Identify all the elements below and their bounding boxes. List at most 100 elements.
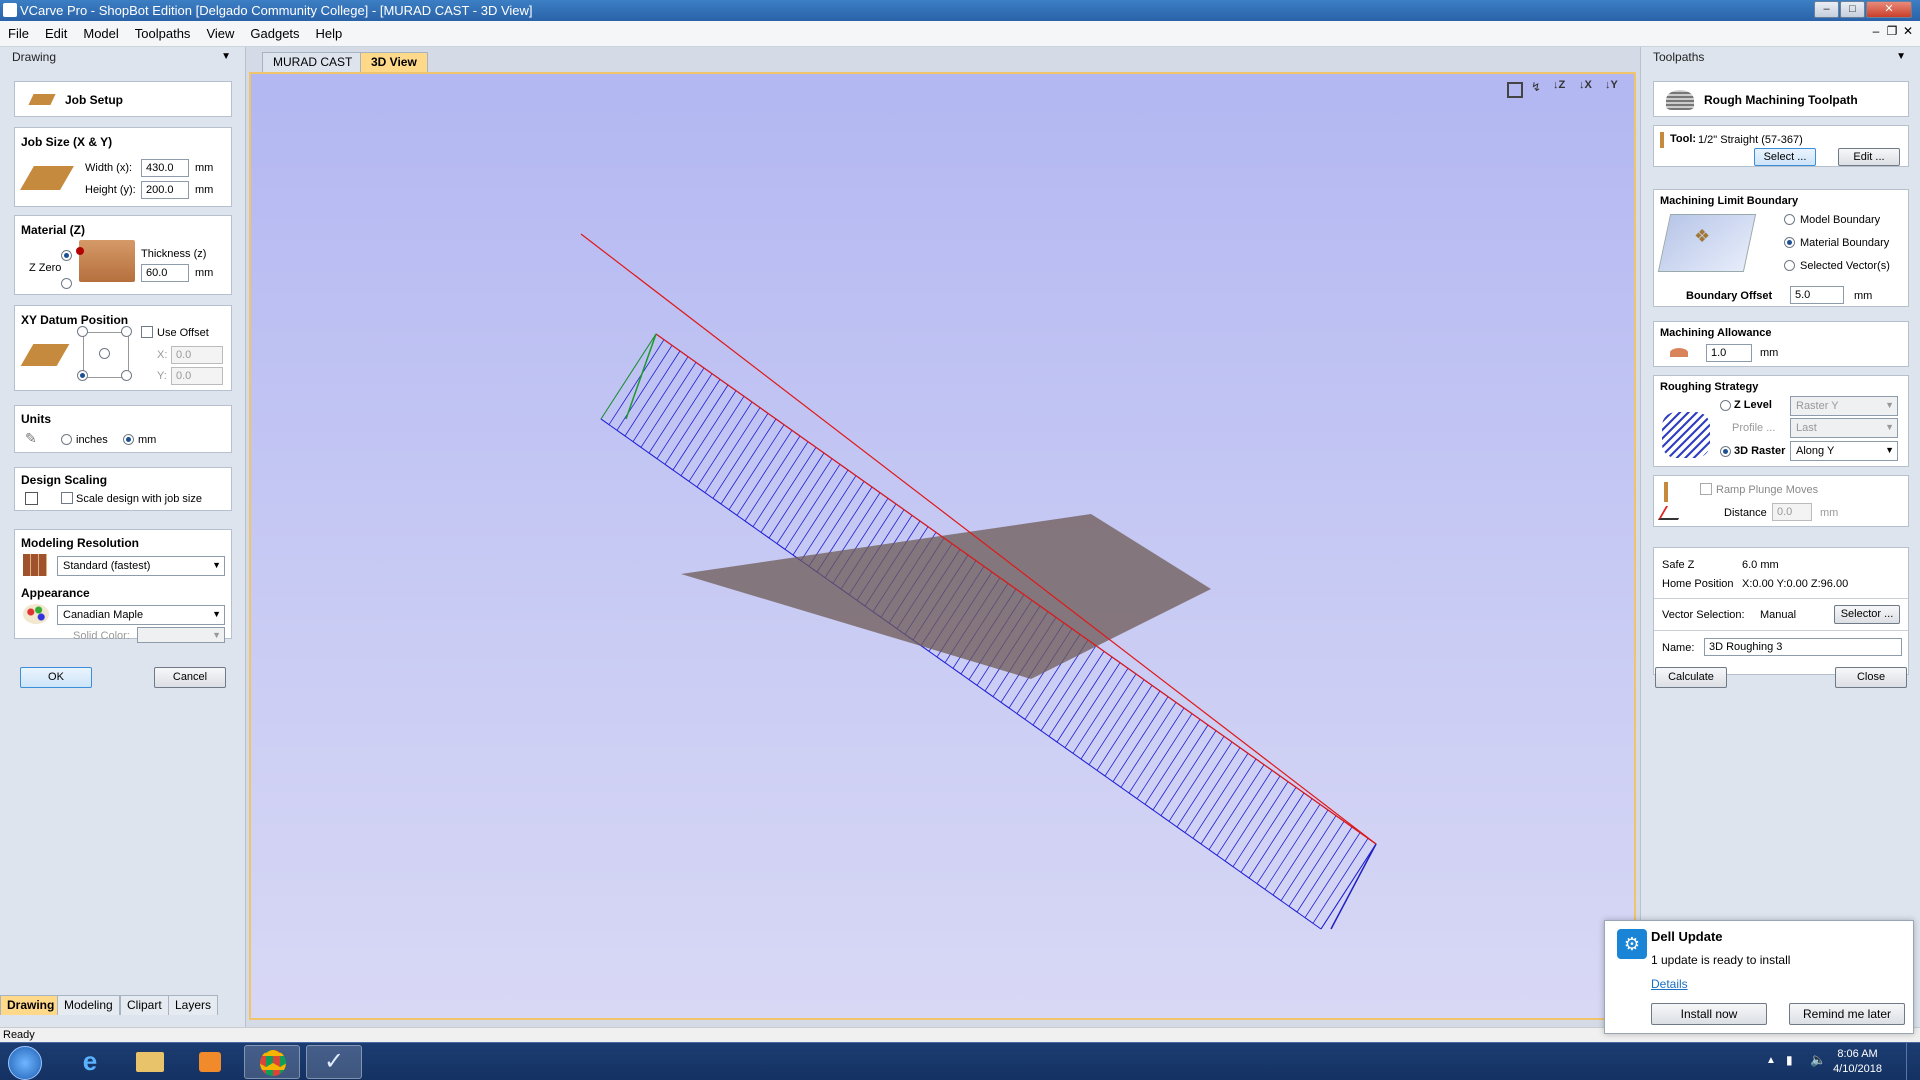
remind-later-button[interactable]: Remind me later [1789, 1003, 1905, 1025]
model-boundary-radio[interactable] [1784, 214, 1795, 225]
pin-icon[interactable]: ▼ [1896, 51, 1906, 62]
start-button[interactable] [8, 1046, 42, 1080]
inches-radio[interactable] [61, 434, 72, 445]
ok-button[interactable]: OK [20, 667, 92, 688]
tab-murad-cast[interactable]: MURAD CAST [262, 52, 364, 72]
datum-bottom-left-radio[interactable] [77, 370, 88, 381]
tool-select-button[interactable]: Select ... [1754, 148, 1816, 166]
notification-message: 1 update is ready to install [1651, 953, 1791, 967]
internet-explorer-icon[interactable]: e [62, 1045, 118, 1079]
maximize-button[interactable]: □ [1840, 1, 1865, 18]
chrome-icon[interactable] [244, 1045, 300, 1079]
stock-edge-2 [1320, 843, 1377, 930]
z-level-radio[interactable] [1720, 400, 1731, 411]
menu-help[interactable]: Help [308, 21, 351, 47]
network-icon[interactable]: ▮ [1786, 1053, 1793, 1067]
y-view-icon[interactable]: ↓Y [1605, 79, 1618, 91]
iso-view-icon[interactable]: ↯ [1531, 80, 1541, 94]
clock-time: 8:06 AM [1837, 1048, 1878, 1060]
calculate-button[interactable]: Calculate [1655, 667, 1727, 688]
appearance-select[interactable]: Canadian Maple ▼ [57, 605, 225, 625]
close-window-button[interactable]: ✕ [1866, 1, 1912, 18]
z-zero-bottom-radio[interactable] [61, 278, 72, 289]
dropdown-arrow-icon: ▼ [1885, 422, 1894, 432]
show-hidden-icons[interactable]: ▲ [1766, 1055, 1776, 1066]
3d-viewport[interactable]: ↯ ↓Z ↓X ↓Y [249, 72, 1636, 1020]
datum-top-right-radio[interactable] [121, 326, 132, 337]
menu-file[interactable]: File [0, 21, 37, 47]
z-level-select[interactable]: Raster Y ▼ [1790, 396, 1898, 416]
mdi-close-icon[interactable]: ✕ [1900, 24, 1916, 38]
modeling-resolution-section: Modeling Resolution Standard (fastest) ▼ … [14, 529, 232, 643]
tab-drawing[interactable]: Drawing [0, 995, 62, 1015]
menu-gadgets[interactable]: Gadgets [242, 21, 307, 47]
z-zero-marker-icon [76, 247, 84, 255]
datum-top-left-radio[interactable] [77, 326, 88, 337]
menu-edit[interactable]: Edit [37, 21, 75, 47]
boundary-offset-unit: mm [1854, 290, 1873, 302]
close-button[interactable]: Close [1835, 667, 1907, 688]
job-setup-header: Job Setup [14, 81, 232, 117]
cancel-button[interactable]: Cancel [154, 667, 226, 688]
3d-raster-select[interactable]: Along Y ▼ [1790, 441, 1898, 461]
install-now-button[interactable]: Install now [1651, 1003, 1767, 1025]
dell-update-notification[interactable]: ⚙ Dell Update 1 update is ready to insta… [1604, 920, 1914, 1034]
mm-radio[interactable] [123, 434, 134, 445]
resolution-select[interactable]: Standard (fastest) ▼ [57, 556, 225, 576]
use-offset-checkbox[interactable] [141, 326, 153, 338]
clock[interactable]: 8:06 AM 4/10/2018 [1833, 1047, 1882, 1077]
width-input[interactable]: 430.0 [141, 159, 189, 177]
media-player-icon[interactable] [182, 1045, 238, 1079]
selector-button[interactable]: Selector ... [1834, 605, 1900, 624]
mdi-minimize-icon[interactable]: – [1868, 24, 1884, 38]
datum-bottom-right-radio[interactable] [121, 370, 132, 381]
file-explorer-icon[interactable] [122, 1045, 178, 1079]
3d-raster-value: Along Y [1796, 445, 1835, 457]
minimize-button[interactable]: – [1814, 1, 1839, 18]
tab-layers[interactable]: Layers [168, 995, 219, 1015]
offset-y-input[interactable]: 0.0 [171, 367, 223, 385]
ramp-plunge-checkbox[interactable] [1700, 483, 1712, 495]
details-link[interactable]: Details [1651, 977, 1688, 991]
height-label: Height (y): [85, 184, 136, 196]
allowance-input[interactable]: 1.0 [1706, 344, 1752, 362]
3d-raster-radio[interactable] [1720, 446, 1731, 457]
title-bar: VCarve Pro - ShopBot Edition [Delgado Co… [0, 0, 1920, 21]
solid-color-select[interactable]: ▼ [137, 627, 225, 643]
volume-muted-icon[interactable]: 🔈 [1810, 1052, 1826, 1068]
menu-toolpaths[interactable]: Toolpaths [127, 21, 199, 47]
profile-value: Last [1796, 422, 1817, 434]
thickness-unit: mm [195, 267, 214, 279]
name-input[interactable]: 3D Roughing 3 [1704, 638, 1902, 656]
tool-edit-button[interactable]: Edit ... [1838, 148, 1900, 166]
x-view-icon[interactable]: ↓X [1579, 79, 1592, 91]
tab-3d-view[interactable]: 3D View [360, 52, 428, 72]
scale-design-checkbox[interactable] [61, 492, 73, 504]
tab-modeling[interactable]: Modeling [57, 995, 120, 1015]
fit-view-icon[interactable] [1507, 82, 1523, 98]
menu-view[interactable]: View [198, 21, 242, 47]
profile-select[interactable]: Last ▼ [1790, 418, 1898, 438]
settings-section: Safe Z 6.0 mm Home Position X:0.00 Y:0.0… [1653, 547, 1909, 675]
datum-center-radio[interactable] [99, 348, 110, 359]
mdi-restore-icon[interactable]: ❐ [1884, 24, 1900, 38]
offset-x-input[interactable]: 0.0 [171, 346, 223, 364]
pin-icon[interactable]: ▼ [221, 51, 231, 62]
z-view-icon[interactable]: ↓Z [1553, 79, 1565, 91]
selected-vectors-radio[interactable] [1784, 260, 1795, 271]
ramp-distance-label: Distance [1724, 507, 1767, 519]
height-input[interactable]: 200.0 [141, 181, 189, 199]
vcarve-icon[interactable]: ✓ [306, 1045, 362, 1079]
window-title: VCarve Pro - ShopBot Edition [Delgado Co… [20, 3, 533, 18]
offset-x-label: X: [157, 349, 168, 361]
ramp-distance-input[interactable]: 0.0 [1772, 503, 1812, 521]
thickness-label: Thickness (z) [141, 248, 207, 260]
material-boundary-radio[interactable] [1784, 237, 1795, 248]
menu-model[interactable]: Model [75, 21, 126, 47]
show-desktop-button[interactable] [1906, 1043, 1920, 1080]
z-level-value: Raster Y [1796, 400, 1839, 412]
tab-clipart[interactable]: Clipart [120, 995, 169, 1015]
thickness-input[interactable]: 60.0 [141, 264, 189, 282]
boundary-offset-input[interactable]: 5.0 [1790, 286, 1844, 304]
z-zero-top-radio[interactable] [61, 250, 72, 261]
